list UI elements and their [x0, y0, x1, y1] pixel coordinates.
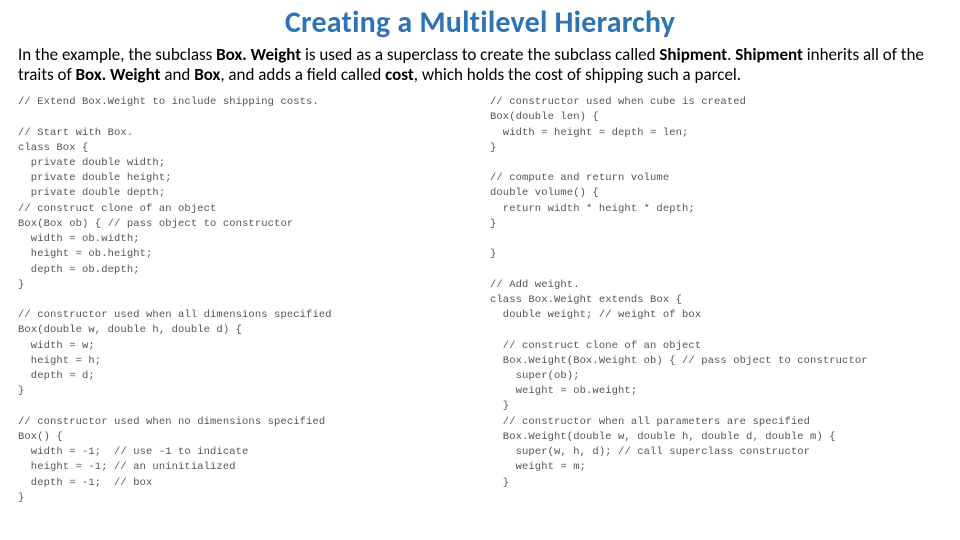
- intro-bold: Shipment: [659, 44, 727, 65]
- slide: Creating a Multilevel Hierarchy In the e…: [0, 0, 960, 540]
- intro-text: .: [727, 44, 735, 65]
- code-row: // Extend Box.Weight to include shipping…: [0, 89, 960, 506]
- intro-bold: Box. Weight: [76, 64, 165, 85]
- slide-title: Creating a Multilevel Hierarchy: [0, 0, 960, 43]
- intro-text: and: [164, 64, 194, 85]
- intro-bold: Box: [194, 64, 220, 85]
- intro-text: , and adds a field called: [220, 64, 385, 85]
- code-left: // Extend Box.Weight to include shipping…: [18, 95, 470, 506]
- code-right: // constructor used when cube is created…: [490, 95, 942, 506]
- intro-bold: Shipment: [735, 44, 803, 65]
- intro-text: , which holds the cost of shipping such …: [414, 64, 741, 85]
- intro-bold: cost: [385, 64, 414, 85]
- intro-paragraph: In the example, the subclass Box. Weight…: [0, 43, 960, 89]
- intro-text: In the example, the subclass: [18, 44, 216, 65]
- intro-text: is used as a superclass to create the su…: [301, 44, 659, 65]
- intro-bold: Box. Weight: [216, 44, 301, 65]
